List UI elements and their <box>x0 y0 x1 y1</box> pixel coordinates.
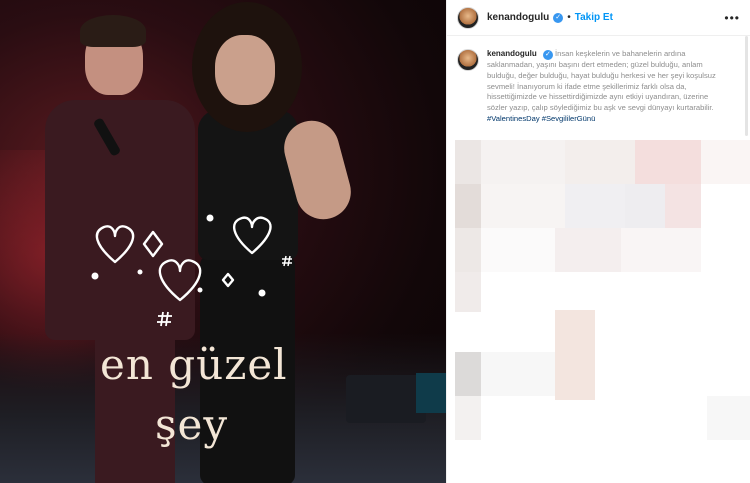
header-username[interactable]: kenandogulu <box>487 12 549 23</box>
scrollbar[interactable] <box>745 36 748 136</box>
avatar[interactable] <box>457 49 479 71</box>
instagram-post: en güzel şey kenandogulu ✓ • Takip Et ••… <box>0 0 750 483</box>
more-options-icon[interactable]: ••• <box>724 11 740 25</box>
caption-username[interactable]: kenandogulu <box>487 49 537 58</box>
post-sidebar: kenandogulu ✓ • Takip Et ••• kenandogulu… <box>446 0 750 483</box>
verified-badge-icon: ✓ <box>542 50 553 60</box>
overlay-title-line2: şey <box>155 400 229 449</box>
post-photo[interactable]: en güzel şey <box>0 0 446 483</box>
follow-button[interactable]: Takip Et <box>575 12 613 23</box>
overlay-title-line1: en güzel <box>100 340 288 389</box>
blurred-comments-area <box>447 140 750 483</box>
caption-hashtags[interactable]: #ValentinesDay #SevgililerGünü <box>487 114 595 123</box>
post-caption: kenandogulu ✓ İnsan keşkelerin ve bahane… <box>447 36 750 125</box>
post-header: kenandogulu ✓ • Takip Et ••• <box>447 0 750 36</box>
caption-body: kenandogulu ✓ İnsan keşkelerin ve bahane… <box>487 48 717 125</box>
separator-dot: • <box>567 12 571 23</box>
avatar[interactable] <box>457 6 479 29</box>
caption-text: İnsan keşkelerin ve bahanelerin ardına s… <box>487 49 716 113</box>
verified-badge-icon: ✓ <box>553 12 564 23</box>
